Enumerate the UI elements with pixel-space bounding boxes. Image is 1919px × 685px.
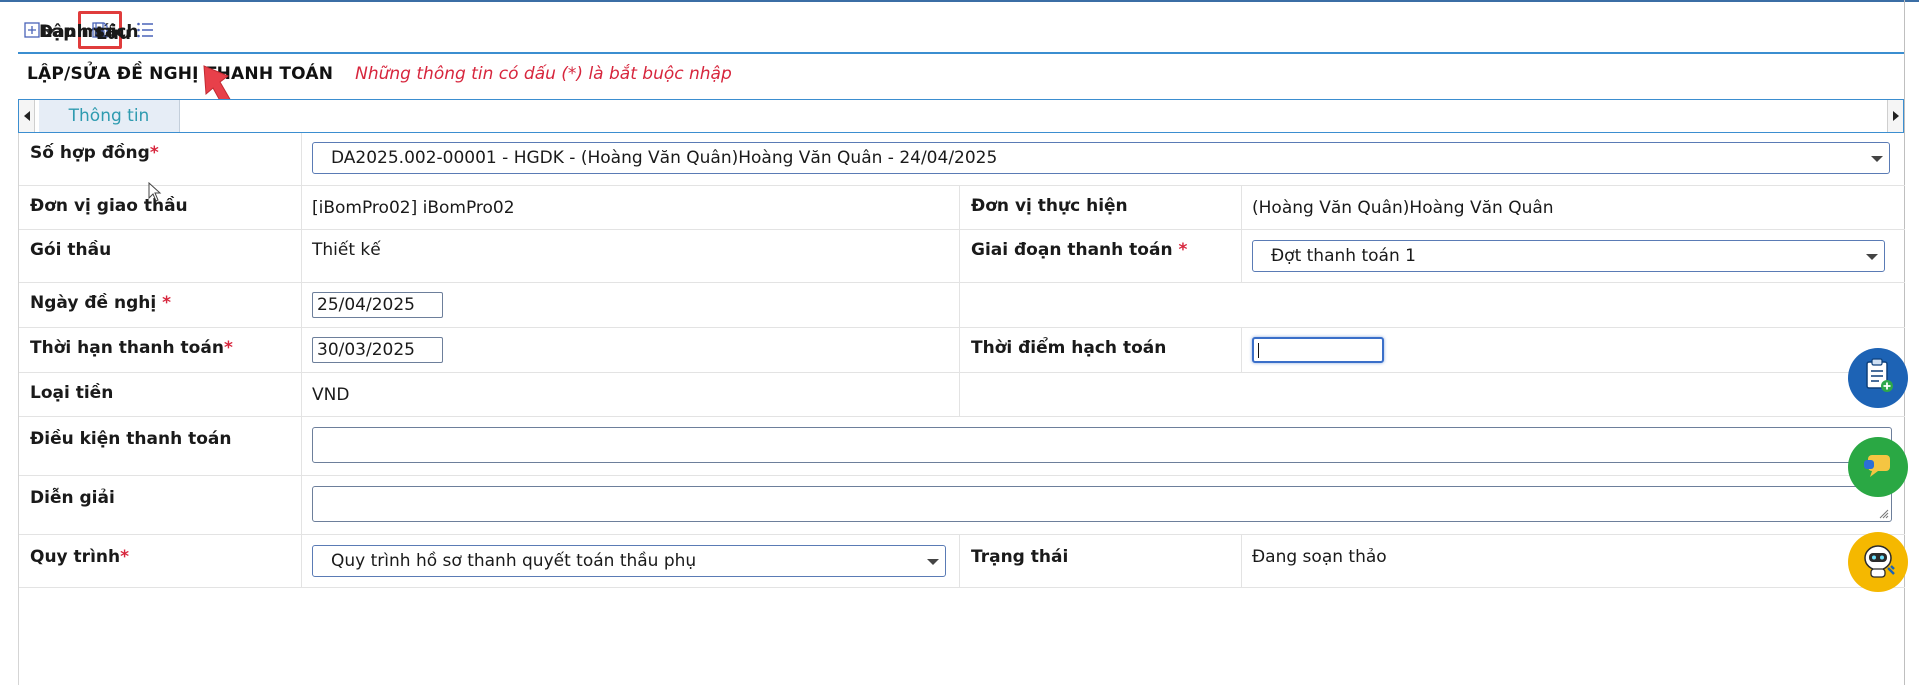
chevron-down-icon <box>1866 254 1878 260</box>
executing-unit-label-cell: Đơn vị thực hiện <box>960 186 1242 229</box>
description-value-cell <box>302 476 1905 534</box>
workflow-select[interactable]: Quy trình hồ sơ thanh quyết toán thầu ph… <box>312 545 946 577</box>
form-row-deadline: Thời hạn thanh toán* 30/03/2025 Thời điể… <box>19 328 1905 373</box>
text-caret <box>1258 343 1259 358</box>
plus-square-icon <box>24 22 40 38</box>
mouse-cursor-icon <box>148 181 162 207</box>
form-row-workflow: Quy trình* Quy trình hồ sơ thanh quyết t… <box>19 535 1905 588</box>
robot-icon <box>1856 538 1900 587</box>
clipboard-add-icon <box>1858 356 1898 401</box>
request-date-value-cell: 25/04/2025 <box>302 283 960 327</box>
currency-value: VND <box>312 385 350 405</box>
contractor-unit-value-cell: [iBomPro02] iBomPro02 <box>302 186 960 229</box>
status-label: Trạng thái <box>971 547 1069 567</box>
package-value: Thiết kế <box>312 240 381 260</box>
payment-deadline-value-cell: 30/03/2025 <box>302 328 960 372</box>
workflow-label: Quy trình* <box>30 547 129 567</box>
payment-phase-select-value: Đợt thanh toán 1 <box>1271 246 1416 266</box>
executing-unit-value-cell: (Hoàng Văn Quân)Hoàng Văn Quân <box>1242 186 1905 229</box>
payment-terms-value-cell <box>302 417 1905 475</box>
contractor-unit-value: [iBomPro02] iBomPro02 <box>312 198 515 218</box>
payment-phase-label-cell: Giai đoạn thanh toán * <box>960 230 1242 282</box>
contract-label-cell: Số hợp đồng* <box>19 133 302 185</box>
payment-request-form: Số hợp đồng* DA2025.002-00001 - HGDK - (… <box>18 133 1905 685</box>
page-title: LẬP/SỬA ĐỀ NGHỊ THANH TOÁN <box>27 64 334 84</box>
empty-cell <box>960 283 1905 327</box>
arrow-right-icon <box>1892 111 1899 121</box>
accounting-time-input[interactable] <box>1252 337 1384 363</box>
currency-value-cell: VND <box>302 373 960 416</box>
payment-phase-select[interactable]: Đợt thanh toán 1 <box>1252 240 1885 272</box>
payment-terms-label-cell: Điều kiện thanh toán <box>19 417 302 475</box>
description-textarea[interactable] <box>312 486 1892 522</box>
clipboard-add-button[interactable] <box>1848 348 1908 408</box>
description-label-cell: Diễn giải <box>19 476 302 534</box>
form-row-request-date: Ngày đề nghị * 25/04/2025 <box>19 283 1905 328</box>
executing-unit-label: Đơn vị thực hiện <box>971 196 1128 216</box>
chat-bubble-icon <box>1860 447 1896 488</box>
contract-select[interactable]: DA2025.002-00001 - HGDK - (Hoàng Văn Quâ… <box>312 142 1890 174</box>
chevron-down-icon <box>927 559 939 565</box>
chevron-down-icon <box>1871 156 1883 162</box>
status-value: Đang soạn thảo <box>1252 547 1387 567</box>
payment-phase-value-cell: Đợt thanh toán 1 <box>1242 230 1905 282</box>
payment-deadline-label: Thời hạn thanh toán* <box>30 338 233 358</box>
form-row-contract: Số hợp đồng* DA2025.002-00001 - HGDK - (… <box>19 133 1905 186</box>
package-label-cell: Gói thầu <box>19 230 302 282</box>
contractor-unit-label: Đơn vị giao thầu <box>30 196 188 216</box>
chat-button[interactable] <box>1848 437 1908 497</box>
tab-info[interactable]: Thông tin <box>39 100 180 132</box>
arrow-left-icon <box>23 111 30 121</box>
contract-label: Số hợp đồng* <box>30 143 159 163</box>
currency-label: Loại tiền <box>30 383 114 403</box>
payment-terms-label: Điều kiện thanh toán <box>30 429 232 449</box>
empty-cell <box>960 373 1905 416</box>
resize-handle-icon[interactable] <box>1879 509 1889 519</box>
accounting-time-label: Thời điểm hạch toán <box>971 338 1167 358</box>
tab-scroll-right-button[interactable] <box>1887 100 1903 132</box>
request-date-label: Ngày đề nghị * <box>30 293 171 313</box>
payment-terms-input[interactable] <box>312 427 1892 463</box>
toolbar-divider <box>18 52 1904 54</box>
tab-strip: Thông tin <box>18 99 1904 133</box>
currency-label-cell: Loại tiền <box>19 373 302 416</box>
description-label: Diễn giải <box>30 488 115 508</box>
payment-deadline-label-cell: Thời hạn thanh toán* <box>19 328 302 372</box>
list-icon <box>136 21 154 39</box>
status-label-cell: Trạng thái <box>960 535 1242 587</box>
top-border <box>0 0 1919 2</box>
executing-unit-value: (Hoàng Văn Quân)Hoàng Văn Quân <box>1252 198 1554 218</box>
package-value-cell: Thiết kế <box>302 230 960 282</box>
accounting-time-label-cell: Thời điểm hạch toán <box>960 328 1242 372</box>
form-row-payment-terms: Điều kiện thanh toán <box>19 417 1905 476</box>
package-label: Gói thầu <box>30 240 112 260</box>
accounting-time-value-cell <box>1242 328 1905 372</box>
contract-value-cell: DA2025.002-00001 - HGDK - (Hoàng Văn Quâ… <box>302 133 1905 185</box>
workflow-label-cell: Quy trình* <box>19 535 302 587</box>
form-row-units: Đơn vị giao thầu [iBomPro02] iBomPro02 Đ… <box>19 186 1905 230</box>
tab-info-label: Thông tin <box>68 106 150 126</box>
tab-scroll-left-button[interactable] <box>19 100 35 132</box>
toolbar: Lập mới Lưu Danh sách <box>24 11 154 49</box>
form-row-package: Gói thầu Thiết kế Giai đoạn thanh toán *… <box>19 230 1905 283</box>
status-value-cell: Đang soạn thảo <box>1242 535 1905 587</box>
workflow-select-value: Quy trình hồ sơ thanh quyết toán thầu ph… <box>331 551 697 571</box>
workflow-value-cell: Quy trình hồ sơ thanh quyết toán thầu ph… <box>302 535 960 587</box>
payment-phase-label: Giai đoạn thanh toán * <box>971 240 1188 260</box>
request-date-label-cell: Ngày đề nghị * <box>19 283 302 327</box>
required-note: Những thông tin có dấu (*) là bắt buộc n… <box>355 64 732 84</box>
title-row: LẬP/SỬA ĐỀ NGHỊ THANH TOÁN Những thông t… <box>27 64 732 84</box>
form-row-currency: Loại tiền VND <box>19 373 1905 417</box>
form-row-description: Diễn giải <box>19 476 1905 535</box>
list-button[interactable]: Danh sách <box>39 21 154 42</box>
support-bot-button[interactable] <box>1848 532 1908 592</box>
request-date-input[interactable]: 25/04/2025 <box>312 292 443 318</box>
payment-deadline-input[interactable]: 30/03/2025 <box>312 337 443 363</box>
contract-select-value: DA2025.002-00001 - HGDK - (Hoàng Văn Quâ… <box>331 148 998 168</box>
list-button-label: Danh sách <box>39 22 139 42</box>
